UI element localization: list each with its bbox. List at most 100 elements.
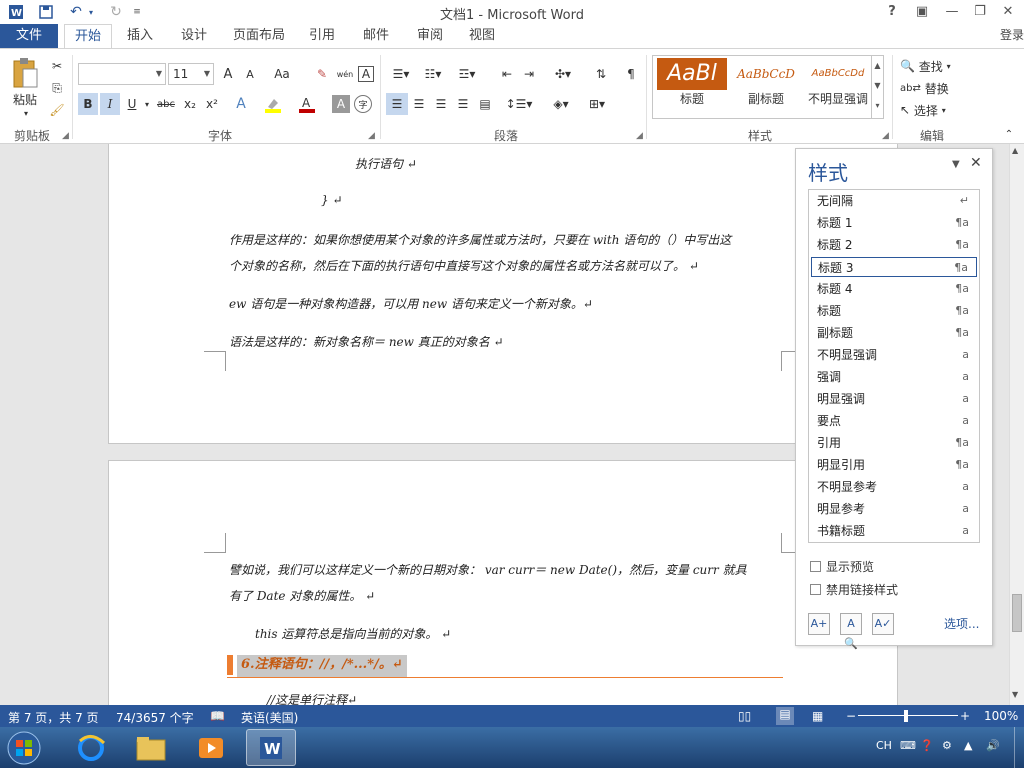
tab-view[interactable]: 视图 xyxy=(460,24,504,49)
media-player-icon[interactable] xyxy=(186,729,236,766)
paste-button[interactable]: 粘贴 xyxy=(8,91,42,107)
copy-icon[interactable]: ⎘ xyxy=(46,77,68,99)
style-item[interactable]: 不明显强调 a xyxy=(811,345,977,365)
start-button-icon[interactable] xyxy=(4,729,44,766)
tab-file[interactable]: 文件 xyxy=(0,24,58,48)
document-page[interactable]: 执行语句 ↵ } ↵ 作用是这样的：如果你想使用某个对象的许多属性或方法时，只要… xyxy=(108,144,898,444)
show-hidden-icons[interactable]: ▲ xyxy=(964,739,972,752)
doc-line[interactable]: 语法是这样的：新对象名称＝ new 真正的对象名 ↵ xyxy=(229,333,504,350)
style-item[interactable]: 副标题 ¶a xyxy=(811,323,977,343)
borders-icon[interactable]: ⊞▾ xyxy=(582,93,612,115)
ribbon-display-options-icon[interactable]: ▣ xyxy=(910,2,934,22)
disable-linked-checkbox[interactable] xyxy=(810,584,821,595)
asian-layout-icon[interactable]: ✣▾ xyxy=(548,63,578,85)
font-name-combo[interactable]: ▼ xyxy=(78,63,166,85)
style-item[interactable]: 无间隔 ↵ xyxy=(811,191,977,211)
scroll-down-icon[interactable]: ▼ xyxy=(1012,690,1018,699)
superscript-button[interactable]: x² xyxy=(202,93,222,115)
clear-format-icon[interactable]: ✎ xyxy=(312,63,332,85)
char-shading-button[interactable]: A xyxy=(332,95,350,113)
doc-line[interactable]: 有了 Date 对象的属性。 ↵ xyxy=(229,587,375,604)
settings-tray-icon[interactable]: ⚙ xyxy=(942,739,952,752)
page-count[interactable]: 第 7 页，共 7 页 xyxy=(8,709,99,726)
increase-indent-icon[interactable]: ⇥ xyxy=(518,63,540,85)
style-item[interactable]: 标题 1 ¶a xyxy=(811,213,977,233)
doc-line[interactable]: 执行语句 ↵ xyxy=(355,155,417,172)
restore-button[interactable]: ❐ xyxy=(968,2,992,22)
help-button[interactable]: ? xyxy=(880,2,904,22)
clipboard-launcher-icon[interactable]: ◢ xyxy=(62,131,69,141)
zoom-slider-thumb[interactable] xyxy=(904,710,908,722)
doc-line[interactable]: 作用是这样的：如果你想使用某个对象的许多属性或方法时，只要在 with 语句的（… xyxy=(229,231,731,248)
font-launcher-icon[interactable]: ◢ xyxy=(368,131,375,141)
manage-styles-icon[interactable]: A✓ xyxy=(872,613,894,635)
sort-icon[interactable]: ⇅ xyxy=(590,63,612,85)
paste-icon[interactable] xyxy=(8,55,42,91)
tab-insert[interactable]: 插入 xyxy=(118,24,162,49)
doc-line[interactable]: 个对象的名称，然后在下面的执行语句中直接写这个对象的属性名或方法名就可以了。 ↵ xyxy=(229,257,699,274)
find-button[interactable]: 🔍 查找 ▾ xyxy=(900,55,966,77)
select-button[interactable]: ↖ 选择 ▾ xyxy=(900,99,966,121)
italic-button[interactable]: I xyxy=(100,93,120,115)
collapse-ribbon-icon[interactable]: ⌃ xyxy=(1002,127,1016,141)
highlight-color-icon[interactable] xyxy=(262,93,284,115)
text-effects-button[interactable]: A xyxy=(230,93,252,115)
tab-home[interactable]: 开始 xyxy=(64,24,112,49)
vertical-scrollbar[interactable]: ▲ ▼ xyxy=(1009,144,1024,705)
word-count[interactable]: 74/3657 个字 xyxy=(116,709,194,726)
multilevel-list-icon[interactable]: ☲▾ xyxy=(452,63,482,85)
new-style-icon[interactable]: A+ xyxy=(808,613,830,635)
subscript-button[interactable]: x₂ xyxy=(180,93,200,115)
pane-options-icon[interactable]: ▼ xyxy=(952,159,960,170)
style-item[interactable]: 标题 2 ¶a xyxy=(811,235,977,255)
show-preview-checkbox[interactable] xyxy=(810,561,821,572)
styles-gallery-scroll[interactable]: ▲ ▼ ▾ xyxy=(871,56,883,118)
keyboard-icon[interactable]: ⌨ xyxy=(900,739,916,752)
change-case-button[interactable]: Aa xyxy=(268,63,296,85)
zoom-out-icon[interactable]: − xyxy=(846,709,856,723)
format-painter-icon[interactable]: 🖌 xyxy=(46,99,68,121)
ie-icon[interactable] xyxy=(66,729,116,766)
word-taskbar-icon[interactable]: W xyxy=(246,729,296,766)
show-desktop-button[interactable] xyxy=(1014,727,1024,768)
style-item[interactable]: 要点 a xyxy=(811,411,977,431)
align-center-icon[interactable]: ☰ xyxy=(408,93,430,115)
bullets-icon[interactable]: ☰▾ xyxy=(386,63,416,85)
shading-icon[interactable]: ◈▾ xyxy=(546,93,576,115)
heading-line[interactable]: 6.注释语句：//，/*...*/。↵ xyxy=(237,655,407,677)
doc-line[interactable]: ew 语句是一种对象构造器，可以用 new 语句来定义一个新对象。↵ xyxy=(229,295,593,312)
pane-close-icon[interactable]: ✕ xyxy=(970,155,982,171)
style-item[interactable]: 引用 ¶a xyxy=(811,433,977,453)
style-item[interactable]: 标题 4 ¶a xyxy=(811,279,977,299)
print-layout-icon[interactable]: ▤ xyxy=(776,707,794,725)
minimize-button[interactable]: — xyxy=(940,2,964,22)
zoom-slider[interactable] xyxy=(858,715,958,716)
style-gallery-item[interactable]: AaBbCcDd 不明显强调 xyxy=(803,58,873,116)
style-options-link[interactable]: 选项... xyxy=(944,615,979,632)
input-language[interactable]: CH xyxy=(876,739,892,752)
style-item[interactable]: 不明显参考 a xyxy=(811,477,977,497)
tab-page-layout[interactable]: 页面布局 xyxy=(228,24,290,49)
login-link[interactable]: 登录 xyxy=(1000,26,1024,43)
web-layout-icon[interactable]: ▦ xyxy=(812,709,823,723)
strikethrough-button[interactable]: abc xyxy=(154,93,178,115)
scroll-up-icon[interactable]: ▲ xyxy=(1012,146,1018,155)
style-inspector-icon[interactable]: A🔍 xyxy=(840,613,862,650)
style-item[interactable]: 明显参考 a xyxy=(811,499,977,519)
document-page[interactable]: 譬如说，我们可以这样定义一个新的日期对象： var curr＝ new Date… xyxy=(108,460,898,705)
volume-icon[interactable]: 🔊 xyxy=(986,739,1000,752)
style-item[interactable]: 标题 ¶a xyxy=(811,301,977,321)
shrink-font-button[interactable]: A xyxy=(240,63,260,85)
line-spacing-icon[interactable]: ↕☰▾ xyxy=(504,93,534,115)
style-item[interactable]: 明显强调 a xyxy=(811,389,977,409)
char-border-button[interactable]: A xyxy=(358,66,374,82)
doc-line[interactable]: } ↵ xyxy=(321,193,343,207)
distributed-icon[interactable]: ▤ xyxy=(474,93,496,115)
show-marks-icon[interactable]: ¶ xyxy=(620,63,642,85)
tab-references[interactable]: 引用 xyxy=(300,24,344,49)
scroll-thumb[interactable] xyxy=(1012,594,1022,632)
font-color-icon[interactable]: A xyxy=(296,93,318,115)
style-item[interactable]: 书籍标题 a xyxy=(811,521,977,541)
styles-launcher-icon[interactable]: ◢ xyxy=(882,131,889,141)
numbering-icon[interactable]: ☷▾ xyxy=(418,63,448,85)
